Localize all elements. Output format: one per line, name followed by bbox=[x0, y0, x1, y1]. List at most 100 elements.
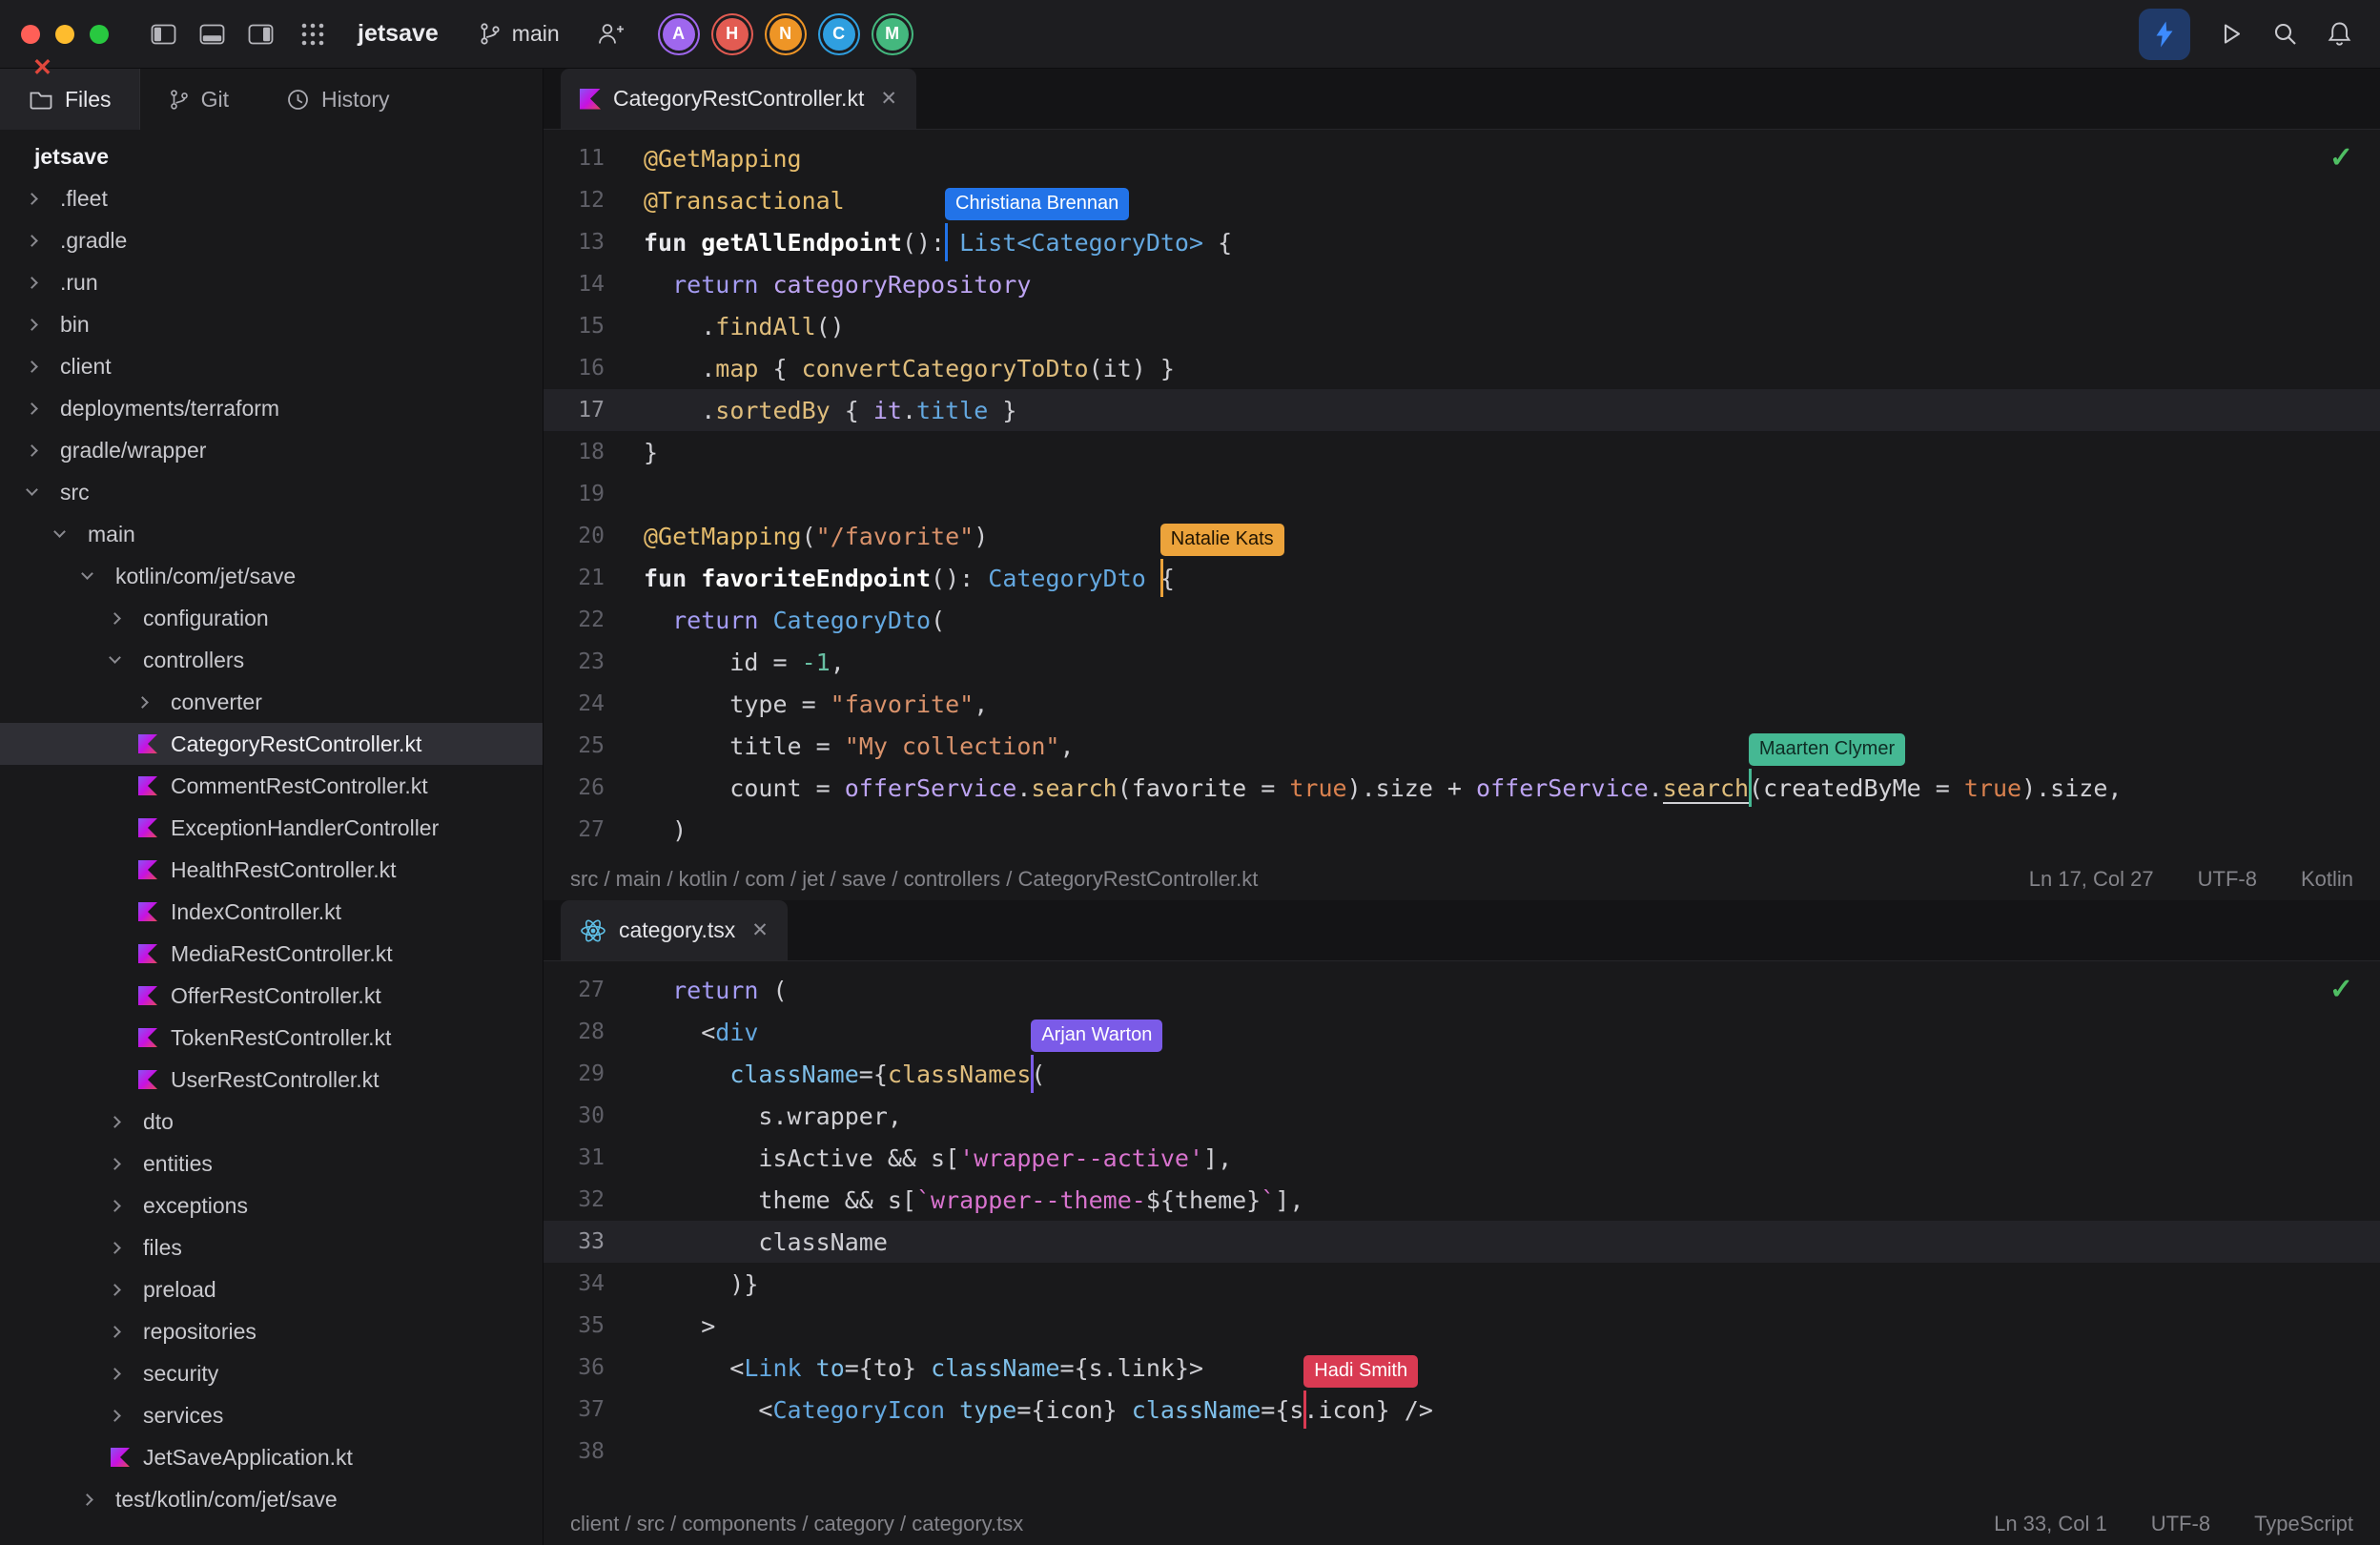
code-line-27[interactable]: 27 return ( bbox=[544, 969, 2380, 1011]
chevron-right-icon[interactable] bbox=[109, 1368, 121, 1380]
project-name[interactable]: jetsave bbox=[358, 20, 439, 48]
file-encoding[interactable]: UTF-8 bbox=[2198, 867, 2257, 892]
tree-item-configuration[interactable]: configuration bbox=[0, 597, 543, 639]
editor2-tab[interactable]: category.tsx ✕ bbox=[561, 900, 788, 960]
tree-item-offerrestcontroller-kt[interactable]: OfferRestController.kt bbox=[0, 975, 543, 1017]
tree-item-commentrestcontroller-kt[interactable]: CommentRestController.kt bbox=[0, 765, 543, 807]
tree-item-indexcontroller-kt[interactable]: IndexController.kt bbox=[0, 891, 543, 933]
tree-item-deployments-terraform[interactable]: deployments/terraform bbox=[0, 387, 543, 429]
chevron-right-icon[interactable] bbox=[109, 1242, 121, 1254]
avatar-m[interactable]: M bbox=[876, 18, 909, 51]
breadcrumb[interactable]: client / src / components / category / c… bbox=[570, 1512, 1994, 1536]
chevron-right-icon[interactable] bbox=[26, 277, 38, 289]
code-line-38[interactable]: 38 bbox=[544, 1431, 2380, 1473]
tree-item-exceptions[interactable]: exceptions bbox=[0, 1184, 543, 1226]
code-line-13[interactable]: 13fun getAllEndpoint(): List<CategoryDto… bbox=[544, 221, 2380, 263]
tree-item--gradle[interactable]: .gradle bbox=[0, 219, 543, 261]
chevron-right-icon[interactable] bbox=[136, 696, 149, 709]
toggle-bottom-panel-icon[interactable] bbox=[199, 23, 225, 46]
editor1-tab[interactable]: CategoryRestController.kt ✕ bbox=[561, 69, 916, 129]
tree-item-security[interactable]: security bbox=[0, 1352, 543, 1394]
avatar-n[interactable]: N bbox=[769, 18, 802, 51]
minimize-button[interactable] bbox=[55, 25, 74, 44]
code-line-36[interactable]: 36 <Link to={to} className={s.link}> bbox=[544, 1347, 2380, 1389]
tab-git[interactable]: Git bbox=[140, 69, 257, 130]
editor1-code-area[interactable]: 11@GetMapping12@Transactional13fun getAl… bbox=[544, 130, 2380, 858]
code-line-16[interactable]: 16 .map { convertCategoryToDto(it) } bbox=[544, 347, 2380, 389]
search-button[interactable] bbox=[2271, 20, 2299, 48]
app-grid-icon[interactable] bbox=[300, 22, 325, 47]
code-line-30[interactable]: 30 s.wrapper, bbox=[544, 1095, 2380, 1137]
code-line-31[interactable]: 31 isActive && s['wrapper--active'], bbox=[544, 1137, 2380, 1179]
tree-item-controllers[interactable]: controllers bbox=[0, 639, 543, 681]
code-line-15[interactable]: 15 .findAll() bbox=[544, 305, 2380, 347]
tree-item-files[interactable]: files bbox=[0, 1226, 543, 1268]
code-line-34[interactable]: 34 )} bbox=[544, 1263, 2380, 1305]
tree-item--fleet[interactable]: .fleet bbox=[0, 177, 543, 219]
tab-files[interactable]: Files bbox=[0, 69, 140, 130]
close-button[interactable] bbox=[21, 25, 40, 44]
code-line-20[interactable]: 20@GetMapping("/favorite") bbox=[544, 515, 2380, 557]
tree-item-categoryrestcontroller-kt[interactable]: CategoryRestController.kt bbox=[0, 723, 543, 765]
tree-item-exceptionhandlercontroller[interactable]: ExceptionHandlerController bbox=[0, 807, 543, 849]
code-line-18[interactable]: 18} bbox=[544, 431, 2380, 473]
code-line-25[interactable]: 25 title = "My collection", bbox=[544, 725, 2380, 767]
chevron-right-icon[interactable] bbox=[26, 360, 38, 373]
toggle-right-panel-icon[interactable] bbox=[248, 23, 274, 46]
code-line-19[interactable]: 19 bbox=[544, 473, 2380, 515]
code-line-24[interactable]: 24 type = "favorite", bbox=[544, 683, 2380, 725]
file-encoding[interactable]: UTF-8 bbox=[2151, 1512, 2210, 1536]
tree-item-tokenrestcontroller-kt[interactable]: TokenRestController.kt bbox=[0, 1017, 543, 1059]
chevron-right-icon[interactable] bbox=[109, 1326, 121, 1338]
chevron-down-icon[interactable] bbox=[81, 567, 93, 580]
chevron-right-icon[interactable] bbox=[109, 1200, 121, 1212]
branch-selector[interactable]: main bbox=[479, 21, 560, 47]
invite-collaborator-icon[interactable] bbox=[596, 21, 625, 47]
tree-item-main[interactable]: main bbox=[0, 513, 543, 555]
code-line-33[interactable]: 33 className bbox=[544, 1221, 2380, 1263]
code-line-37[interactable]: 37 <CategoryIcon type={icon} className={… bbox=[544, 1389, 2380, 1431]
chevron-right-icon[interactable] bbox=[26, 235, 38, 247]
code-line-29[interactable]: 29 className={classNames( bbox=[544, 1053, 2380, 1095]
chevron-right-icon[interactable] bbox=[81, 1494, 93, 1506]
tree-item-src[interactable]: src bbox=[0, 471, 543, 513]
code-line-35[interactable]: 35 > bbox=[544, 1305, 2380, 1347]
tree-item-client[interactable]: client bbox=[0, 345, 543, 387]
code-line-21[interactable]: 21fun favoriteEndpoint(): CategoryDto { bbox=[544, 557, 2380, 599]
tree-item-dto[interactable]: dto bbox=[0, 1101, 543, 1143]
chevron-right-icon[interactable] bbox=[109, 1284, 121, 1296]
close-icon[interactable]: ✕ bbox=[751, 918, 769, 942]
tree-item--run[interactable]: .run bbox=[0, 261, 543, 303]
chevron-down-icon[interactable] bbox=[53, 525, 66, 538]
notifications-button[interactable] bbox=[2326, 20, 2353, 48]
code-line-26[interactable]: 26 count = offerService.search(favorite … bbox=[544, 767, 2380, 809]
chevron-right-icon[interactable] bbox=[26, 402, 38, 415]
tree-item-kotlin-com-jet-save[interactable]: kotlin/com/jet/save bbox=[0, 555, 543, 597]
tree-item-test-kotlin-com-jet-save[interactable]: test/kotlin/com/jet/save bbox=[0, 1478, 543, 1520]
chevron-right-icon[interactable] bbox=[109, 612, 121, 625]
avatar-h[interactable]: H bbox=[716, 18, 749, 51]
avatar-a[interactable]: A bbox=[663, 18, 695, 51]
zoom-button[interactable] bbox=[90, 25, 109, 44]
code-line-22[interactable]: 22 return CategoryDto( bbox=[544, 599, 2380, 641]
chevron-right-icon[interactable] bbox=[26, 319, 38, 331]
avatar-c[interactable]: C bbox=[823, 18, 855, 51]
caret-position[interactable]: Ln 17, Col 27 bbox=[2029, 867, 2154, 892]
breadcrumb[interactable]: src / main / kotlin / com / jet / save /… bbox=[570, 867, 2029, 892]
tree-item-preload[interactable]: preload bbox=[0, 1268, 543, 1310]
tree-item-repositories[interactable]: repositories bbox=[0, 1310, 543, 1352]
chevron-down-icon[interactable] bbox=[26, 484, 38, 496]
toggle-left-panel-icon[interactable] bbox=[151, 23, 176, 46]
tree-item-jetsaveapplication-kt[interactable]: JetSaveApplication.kt bbox=[0, 1436, 543, 1478]
chevron-down-icon[interactable] bbox=[109, 651, 121, 664]
code-line-23[interactable]: 23 id = -1, bbox=[544, 641, 2380, 683]
tab-history[interactable]: History bbox=[257, 69, 419, 130]
chevron-right-icon[interactable] bbox=[109, 1116, 121, 1128]
chevron-right-icon[interactable] bbox=[26, 444, 38, 457]
tree-item-services[interactable]: services bbox=[0, 1394, 543, 1436]
chevron-right-icon[interactable] bbox=[26, 193, 38, 205]
tree-item-jetsave[interactable]: jetsave bbox=[0, 135, 543, 177]
tree-item-healthrestcontroller-kt[interactable]: HealthRestController.kt bbox=[0, 849, 543, 891]
file-language[interactable]: TypeScript bbox=[2254, 1512, 2353, 1536]
tree-item-mediarestcontroller-kt[interactable]: MediaRestController.kt bbox=[0, 933, 543, 975]
